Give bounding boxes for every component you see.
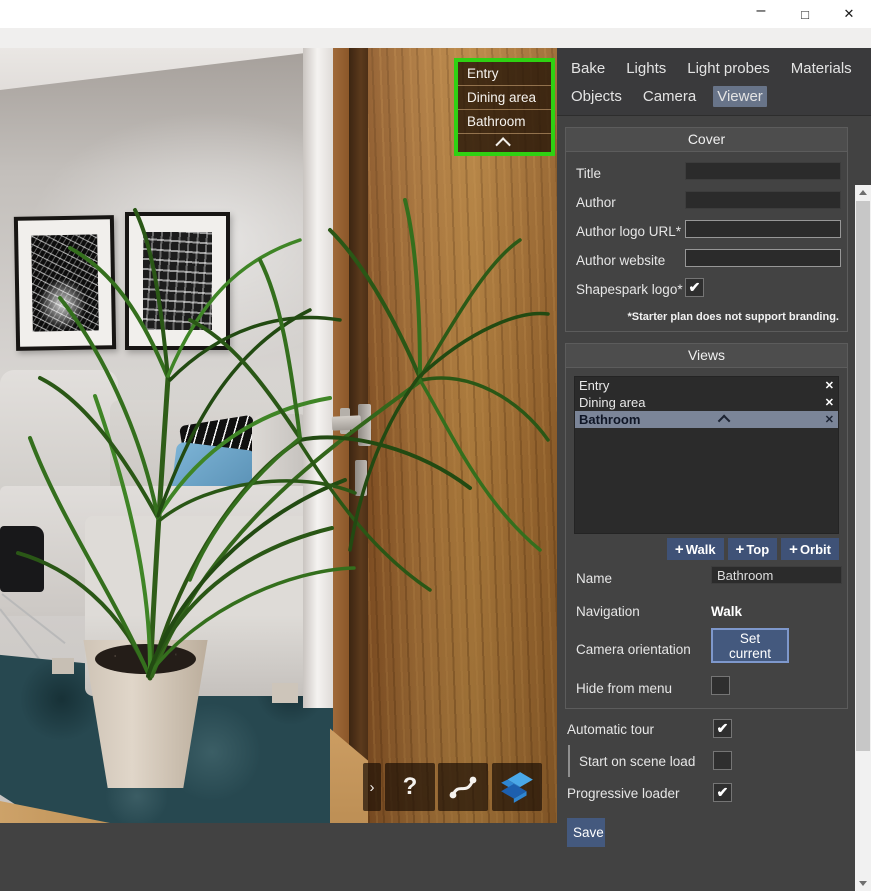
menu-strip	[0, 28, 871, 49]
save-button[interactable]: Save	[567, 818, 605, 847]
scene-menu-item-entry[interactable]: Entry	[458, 62, 551, 86]
toolbar-logo-button[interactable]	[492, 763, 542, 811]
automatic-tour-label: Automatic tour	[567, 722, 654, 737]
automatic-tour-row: Automatic tour ✔	[567, 719, 848, 741]
editor-panel: Bake Lights Light probes Materials Sky O…	[557, 48, 871, 823]
title-label: Title	[576, 166, 601, 181]
tab-camera[interactable]: Camera	[639, 86, 700, 107]
view-row-entry[interactable]: Entry ✕	[575, 377, 838, 394]
author-logo-url-input[interactable]	[685, 220, 841, 238]
view-row-label: Entry	[579, 378, 609, 393]
scene-menu-item-bathroom[interactable]: Bathroom	[458, 110, 551, 134]
panel-content: Cover Title Author Author logo URL* Auth…	[557, 116, 855, 823]
scene-plant	[0, 48, 557, 823]
view-name-input[interactable]	[711, 566, 842, 584]
check-icon: ✔	[689, 279, 701, 296]
scene-views-menu: Entry Dining area Bathroom	[454, 58, 555, 156]
chevron-up-icon	[495, 137, 511, 153]
author-website-label: Author website	[576, 253, 665, 268]
minimize-button[interactable]: –	[739, 0, 783, 28]
progressive-loader-label: Progressive loader	[567, 786, 680, 801]
progressive-loader-row: Progressive loader ✔	[567, 783, 848, 805]
add-top-view-button[interactable]: +Top	[728, 538, 778, 560]
toolbar-help-button[interactable]: ?	[385, 763, 435, 811]
check-icon: ✔	[717, 784, 729, 801]
author-label: Author	[576, 195, 616, 210]
hide-from-menu-label: Hide from menu	[576, 681, 672, 696]
remove-view-icon[interactable]: ✕	[825, 396, 834, 409]
view-row-label: Bathroom	[579, 412, 640, 427]
add-top-label: Top	[746, 542, 769, 557]
title-input[interactable]	[685, 162, 841, 180]
add-walk-view-button[interactable]: +Walk	[667, 538, 724, 560]
start-on-scene-load-checkbox[interactable]	[713, 751, 732, 770]
set-current-button[interactable]: Set current	[711, 628, 789, 663]
maximize-button[interactable]: □	[783, 0, 827, 28]
remove-view-icon[interactable]: ✕	[825, 379, 834, 392]
automatic-tour-checkbox[interactable]: ✔	[713, 719, 732, 738]
branding-footnote: *Starter plan does not support branding.	[574, 311, 839, 323]
tour-path-icon	[447, 771, 479, 803]
remove-view-icon[interactable]: ✕	[825, 413, 834, 426]
tab-bake[interactable]: Bake	[567, 58, 609, 79]
author-website-input[interactable]	[685, 249, 841, 267]
shapespark-logo-checkbox[interactable]: ✔	[685, 278, 704, 297]
view-row-label: Dining area	[579, 395, 646, 410]
scene-menu-item-dining-area[interactable]: Dining area	[458, 86, 551, 110]
cover-section: Cover Title Author Author logo URL* Auth…	[565, 127, 848, 332]
add-walk-label: Walk	[686, 542, 716, 557]
plus-icon: +	[736, 541, 745, 558]
hide-from-menu-checkbox[interactable]	[711, 676, 730, 695]
navigation-value: Walk	[711, 604, 842, 619]
shapespark-logo-label: Shapespark logo*	[576, 282, 683, 297]
check-icon: ✔	[717, 720, 729, 737]
plus-icon: +	[675, 541, 684, 558]
scene-menu-collapse[interactable]	[458, 134, 551, 152]
tab-bar: Bake Lights Light probes Materials Sky O…	[557, 48, 871, 116]
tab-objects[interactable]: Objects	[567, 86, 626, 107]
tab-materials[interactable]: Materials	[787, 58, 856, 79]
author-input[interactable]	[685, 191, 841, 209]
views-section: Views Entry ✕ Dining area ✕ Bathroom ✕	[565, 343, 848, 709]
plus-icon: +	[789, 541, 798, 558]
views-list: Entry ✕ Dining area ✕ Bathroom ✕	[574, 376, 839, 534]
start-on-scene-load-row: Start on scene load	[567, 751, 848, 773]
tab-lights[interactable]: Lights	[622, 58, 670, 79]
scroll-up-arrow[interactable]	[855, 185, 871, 200]
title-bar: – □ ✕	[0, 0, 871, 28]
tab-viewer[interactable]: Viewer	[713, 86, 767, 107]
scene-viewport[interactable]: Entry Dining area Bathroom › ?	[0, 48, 557, 823]
shapespark-logo	[499, 769, 535, 805]
cover-section-header: Cover	[566, 128, 847, 152]
move-up-icon[interactable]	[718, 415, 731, 428]
author-logo-url-label: Author logo URL*	[576, 224, 681, 239]
toolbar-tour-button[interactable]	[438, 763, 488, 811]
navigation-label: Navigation	[576, 604, 640, 619]
add-orbit-view-button[interactable]: +Orbit	[781, 538, 839, 560]
chevron-right-icon: ›	[370, 779, 375, 796]
camera-orientation-label: Camera orientation	[576, 642, 691, 657]
close-button[interactable]: ✕	[827, 0, 871, 28]
tab-light-probes[interactable]: Light probes	[683, 58, 774, 79]
help-icon: ?	[403, 773, 418, 801]
toolbar-collapse-button[interactable]: ›	[363, 763, 381, 811]
progressive-loader-checkbox[interactable]: ✔	[713, 783, 732, 802]
panel-scrollbar[interactable]	[855, 185, 871, 891]
view-row-dining-area[interactable]: Dining area ✕	[575, 394, 838, 411]
add-orbit-label: Orbit	[800, 542, 831, 557]
views-section-header: Views	[566, 344, 847, 368]
name-label: Name	[576, 571, 612, 586]
scroll-down-arrow[interactable]	[855, 876, 871, 891]
start-on-scene-load-label: Start on scene load	[579, 754, 695, 769]
scrollbar-thumb[interactable]	[856, 201, 870, 751]
view-row-bathroom[interactable]: Bathroom ✕	[575, 411, 838, 428]
